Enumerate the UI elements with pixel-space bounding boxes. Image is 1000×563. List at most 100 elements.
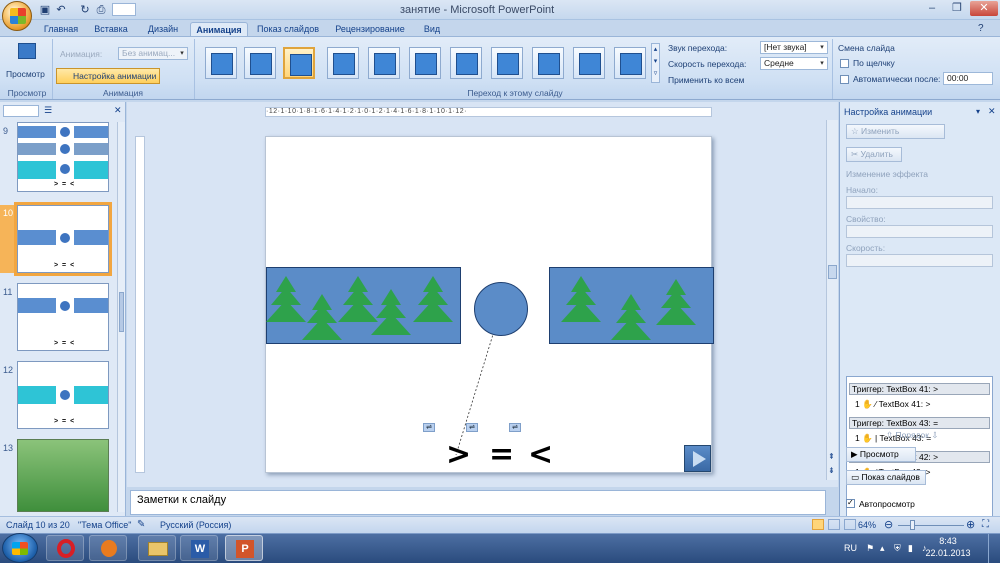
help-icon[interactable]: ? (978, 23, 992, 35)
tab-design[interactable]: Дизайн (140, 22, 186, 37)
preview-button[interactable]: ▶ Просмотр (846, 447, 916, 462)
save-icon[interactable]: ▣ (38, 3, 52, 17)
tree-image[interactable] (266, 276, 306, 328)
animation-item[interactable]: 1 ✋ ⁄ TextBox 41: > (855, 399, 930, 410)
on-click-checkbox[interactable] (840, 59, 849, 68)
speed-select[interactable] (846, 254, 993, 267)
apply-all-button[interactable]: Применить ко всем (668, 75, 744, 85)
redo-icon[interactable]: ↻ (78, 3, 92, 17)
transition-option[interactable] (327, 47, 359, 79)
sound-select[interactable]: [Нет звука] ▾ (760, 41, 828, 54)
close-icon[interactable]: ✕ (970, 1, 998, 16)
word-icon[interactable]: W (180, 535, 218, 561)
transition-option[interactable] (450, 47, 482, 79)
tab-home[interactable]: Главная (38, 22, 84, 37)
transition-option[interactable] (532, 47, 564, 79)
delete-button[interactable]: ✂ Удалить (846, 147, 902, 162)
gallery-scroll[interactable]: ▴ ▾ ▿ (651, 43, 660, 83)
start-select[interactable] (846, 196, 993, 209)
transition-option[interactable] (491, 47, 523, 79)
slide-scrollbar[interactable]: ⇞ ⇟ (826, 120, 838, 480)
scroll-thumb[interactable] (828, 265, 837, 279)
trigger-header[interactable]: Триггер: TextBox 43: = (849, 417, 990, 429)
tab-insert[interactable]: Вставка (88, 22, 134, 37)
tray-flag-icon[interactable]: ⚑ (866, 543, 876, 553)
network-icon[interactable]: ▮ (908, 543, 918, 553)
order-control[interactable]: ⇧ Порядок ⇩ (886, 430, 938, 441)
tab-review[interactable]: Рецензирование (330, 22, 410, 37)
normal-view-icon[interactable] (812, 519, 824, 530)
tab-view[interactable]: Вид (418, 22, 446, 37)
media-player-icon[interactable] (89, 535, 127, 561)
property-select[interactable] (846, 225, 993, 238)
greater-than-textbox[interactable]: > (446, 440, 471, 470)
fit-window-icon[interactable]: ⛶ (982, 519, 989, 530)
animation-select[interactable]: Без анимац... ▾ (118, 47, 188, 60)
scroll-thumb[interactable] (119, 292, 124, 332)
trigger-header[interactable]: Триггер: TextBox 41: > (849, 383, 990, 395)
panel-scrollbar[interactable] (117, 122, 125, 512)
autopreview-checkbox[interactable]: ✓ (846, 498, 855, 508)
transition-option[interactable] (614, 47, 646, 79)
slide-thumbnail-selected[interactable]: > = < (14, 202, 112, 276)
spellcheck-icon[interactable]: ✎ (137, 519, 145, 530)
change-button[interactable]: ☆ Изменить (846, 124, 945, 139)
undo-icon[interactable]: ↶ (54, 3, 68, 17)
notes-field[interactable]: Заметки к слайду (130, 490, 826, 515)
custom-animation-button[interactable]: Настройка анимации (56, 68, 160, 84)
next-action-button[interactable] (684, 445, 711, 472)
zoom-out-icon[interactable]: ⊖ (884, 518, 893, 531)
auto-time-input[interactable]: 00:00 (943, 72, 993, 85)
office-button[interactable] (2, 1, 32, 31)
zoom-in-icon[interactable]: ⊕ (966, 518, 975, 531)
zoom-slider[interactable] (898, 525, 964, 526)
next-slide-icon[interactable]: ⇟ (828, 466, 835, 475)
tree-image[interactable] (413, 276, 453, 328)
prev-slide-icon[interactable]: ⇞ (828, 452, 835, 461)
tree-image[interactable] (611, 294, 651, 346)
zoom-slider-thumb[interactable] (910, 520, 915, 530)
sorter-view-icon[interactable] (828, 519, 840, 530)
tree-image[interactable] (371, 289, 411, 341)
circle-shape[interactable] (474, 282, 528, 336)
clock[interactable]: 8:43 22.01.2013 (918, 535, 978, 559)
transition-option[interactable] (244, 47, 276, 79)
tree-image[interactable] (302, 294, 342, 346)
speed-select[interactable]: Средне ▾ (760, 57, 828, 70)
slideshow-view-icon[interactable] (844, 519, 856, 530)
animation-tag[interactable]: ⇌ (509, 423, 521, 432)
show-desktop-button[interactable] (988, 534, 1000, 563)
less-than-textbox[interactable]: < (528, 440, 553, 470)
opera-icon[interactable] (46, 535, 84, 561)
transition-option[interactable] (573, 47, 605, 79)
qat-dropdown[interactable] (112, 3, 136, 16)
preview-button[interactable]: Просмотр (6, 43, 46, 87)
auto-after-checkbox[interactable] (840, 75, 849, 84)
minimize-icon[interactable]: – (920, 1, 944, 16)
language-indicator[interactable]: RU (844, 543, 857, 553)
slide-thumbnail[interactable]: > = < (17, 122, 109, 192)
slides-tab[interactable] (3, 105, 39, 117)
transition-option-selected[interactable] (283, 47, 315, 79)
slideshow-button[interactable]: ▭ Показ слайдов (846, 470, 926, 485)
tree-image[interactable] (561, 276, 601, 328)
zoom-level[interactable]: 64% (858, 520, 876, 530)
slide-thumbnail[interactable]: > = < (17, 283, 109, 351)
transition-option[interactable] (409, 47, 441, 79)
slide-thumbnail[interactable] (17, 439, 109, 512)
tray-shield-icon[interactable]: ⛨ (894, 543, 904, 553)
transition-option[interactable] (205, 47, 237, 79)
start-button[interactable] (2, 533, 38, 563)
equals-textbox[interactable]: = (489, 440, 514, 470)
animation-tag[interactable]: ⇌ (423, 423, 435, 432)
language-status[interactable]: Русский (Россия) (160, 520, 231, 530)
tab-slideshow[interactable]: Показ слайдов (253, 22, 323, 37)
animation-tag[interactable]: ⇌ (466, 423, 478, 432)
tray-arrow-icon[interactable]: ▴ (880, 543, 890, 553)
explorer-icon[interactable] (138, 535, 176, 561)
close-icon[interactable]: ✕ (988, 106, 996, 117)
slide-thumbnail[interactable]: > = < (17, 361, 109, 429)
powerpoint-icon[interactable]: P (225, 535, 263, 561)
pane-menu-icon[interactable]: ▾ (976, 107, 980, 116)
maximize-icon[interactable]: ❐ (945, 1, 969, 16)
